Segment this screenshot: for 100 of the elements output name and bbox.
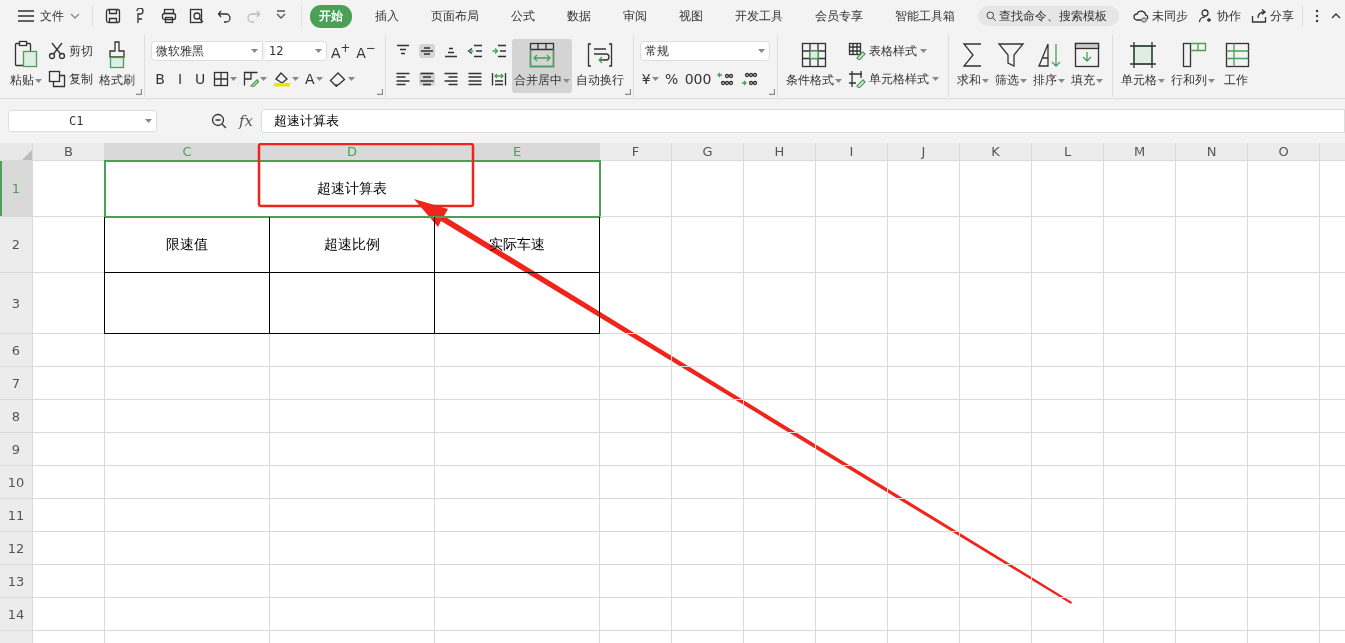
grid-cell[interactable]	[600, 565, 672, 598]
grid-cell[interactable]	[1248, 532, 1320, 565]
cell-format-icon[interactable]	[243, 71, 259, 87]
format-button[interactable]: %	[662, 68, 681, 90]
grid-cell[interactable]	[1248, 499, 1320, 532]
ribbon-button[interactable]: 求和	[954, 39, 991, 93]
grid-cell[interactable]	[888, 433, 960, 466]
ribbon-button[interactable]: 粘贴	[8, 39, 44, 93]
grid-cell[interactable]	[105, 367, 270, 400]
grid-cell[interactable]	[105, 466, 270, 499]
grid-cell[interactable]	[33, 499, 105, 532]
ribbon-tab[interactable]: 公式	[502, 4, 544, 28]
format-button[interactable]: ¥	[639, 68, 661, 90]
grid-cell[interactable]	[888, 217, 960, 273]
ribbon-tab[interactable]: 数据	[558, 4, 600, 28]
grid-cell[interactable]	[672, 532, 744, 565]
grid-cell[interactable]	[1032, 367, 1104, 400]
grid-cell[interactable]	[888, 466, 960, 499]
grid-cell[interactable]	[600, 466, 672, 499]
grid-cell[interactable]	[1248, 433, 1320, 466]
grid-cell[interactable]	[1032, 273, 1104, 334]
grid-cell[interactable]	[600, 598, 672, 631]
column-header[interactable]: G	[672, 143, 744, 161]
row-header[interactable]: 10	[0, 466, 33, 499]
grid-cell[interactable]	[270, 334, 435, 367]
grid-cell[interactable]	[672, 334, 744, 367]
grid-cell[interactable]	[816, 433, 888, 466]
grid-cell[interactable]	[816, 565, 888, 598]
print-icon[interactable]	[161, 8, 177, 24]
ribbon-tab[interactable]: 智能工具箱	[886, 4, 964, 28]
dropdown-field[interactable]: 微软雅黑	[151, 41, 263, 61]
grid-cell[interactable]	[1248, 273, 1320, 334]
ribbon-button[interactable]: 填充	[1068, 39, 1105, 93]
ribbon-button[interactable]: 工作	[1218, 39, 1253, 93]
grid-cell[interactable]	[1176, 161, 1248, 217]
grid-cell[interactable]	[1176, 400, 1248, 433]
grid-cell[interactable]	[888, 400, 960, 433]
more-icon[interactable]	[1315, 8, 1319, 24]
row-header[interactable]: 14	[0, 598, 33, 631]
border-icon[interactable]	[213, 71, 229, 87]
grid-cell[interactable]	[1104, 532, 1176, 565]
outdent-icon[interactable]	[466, 44, 483, 58]
grid-cell[interactable]	[1176, 273, 1248, 334]
grid-cell[interactable]	[1248, 334, 1320, 367]
grid-cell[interactable]	[600, 433, 672, 466]
grid-cell[interactable]	[960, 161, 1032, 217]
grid-cell[interactable]	[600, 161, 672, 217]
grid-cell[interactable]	[672, 433, 744, 466]
grid-cell[interactable]	[270, 466, 435, 499]
grid-cell[interactable]	[435, 565, 600, 598]
print-preview-icon[interactable]	[189, 8, 205, 24]
grid-cell[interactable]	[33, 532, 105, 565]
grid-cell[interactable]	[270, 433, 435, 466]
ribbon-button[interactable]: 排序	[1030, 39, 1067, 93]
format-button[interactable]: A	[303, 68, 325, 90]
grid-cell[interactable]	[672, 499, 744, 532]
align-right-icon[interactable]	[442, 72, 459, 86]
grid-cell[interactable]	[744, 367, 816, 400]
grid-cell[interactable]	[744, 400, 816, 433]
grid-cell[interactable]	[600, 334, 672, 367]
grid-cell[interactable]	[435, 433, 600, 466]
grid-cell[interactable]	[960, 466, 1032, 499]
grid-cell[interactable]	[816, 334, 888, 367]
grid-cell[interactable]	[600, 273, 672, 334]
grid-cell[interactable]	[888, 532, 960, 565]
grid-cell[interactable]	[435, 334, 600, 367]
column-header[interactable]: L	[1032, 143, 1104, 161]
format-button[interactable]: 000	[682, 68, 714, 90]
column-header[interactable]: H	[744, 143, 816, 161]
grid-cell[interactable]	[888, 334, 960, 367]
grid-cell[interactable]	[1248, 217, 1320, 273]
grid-cell[interactable]	[816, 532, 888, 565]
file-menu-button[interactable]: 文件	[14, 5, 84, 27]
table-cell[interactable]	[270, 273, 435, 334]
ribbon-button[interactable]: 行和列	[1168, 39, 1217, 93]
grid-cell[interactable]	[33, 466, 105, 499]
row-header[interactable]: 13	[0, 565, 33, 598]
redo-icon[interactable]	[245, 8, 261, 24]
grid-cell[interactable]	[1032, 217, 1104, 273]
grid-cell[interactable]	[672, 367, 744, 400]
grid-cell[interactable]	[1176, 499, 1248, 532]
grid-cell[interactable]	[960, 598, 1032, 631]
grid-cell[interactable]	[1248, 367, 1320, 400]
grid-cell[interactable]	[1032, 598, 1104, 631]
grid-cell[interactable]	[1104, 273, 1176, 334]
column-header[interactable]: M	[1104, 143, 1176, 161]
grid-cell[interactable]	[1176, 598, 1248, 631]
grid-cell[interactable]	[744, 466, 816, 499]
row-header[interactable]: 2	[0, 217, 33, 273]
grid-cell[interactable]	[816, 273, 888, 334]
grid-cell[interactable]	[960, 565, 1032, 598]
grid-cell[interactable]	[1032, 499, 1104, 532]
grid-cell[interactable]	[435, 598, 600, 631]
row-header[interactable]: 11	[0, 499, 33, 532]
grid-cell[interactable]	[672, 400, 744, 433]
grid-cell[interactable]	[270, 400, 435, 433]
grid-cell[interactable]	[960, 532, 1032, 565]
dialog-launcher-icon[interactable]	[768, 89, 775, 95]
grid-cell[interactable]	[1248, 598, 1320, 631]
fill-color-icon[interactable]	[273, 71, 291, 87]
